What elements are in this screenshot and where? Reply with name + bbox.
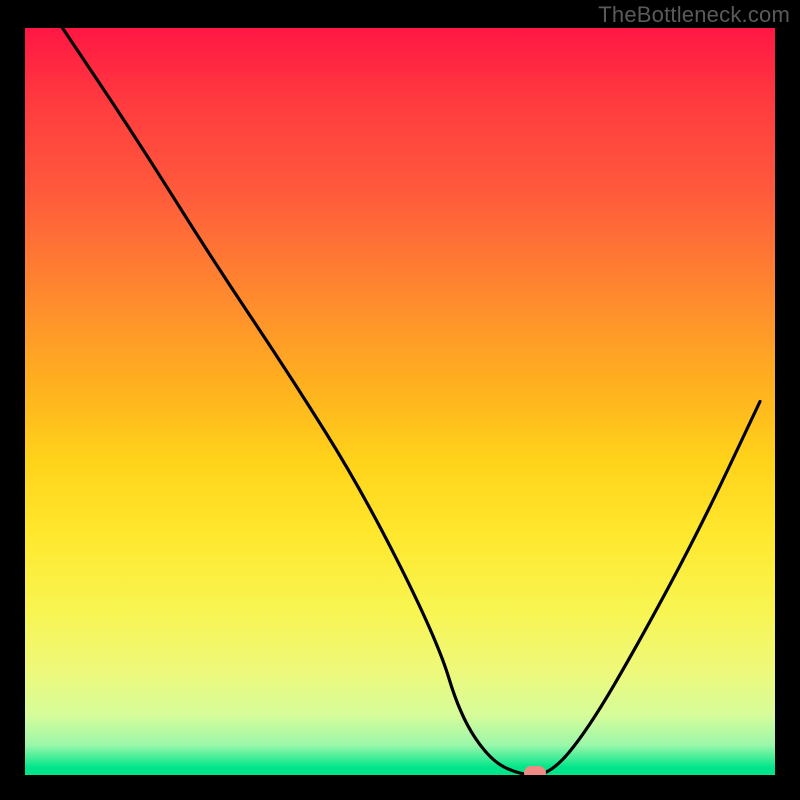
curve-svg [25,28,775,775]
plot-area [25,28,775,775]
attribution-text: TheBottleneck.com [598,2,790,28]
chart-frame: TheBottleneck.com [0,0,800,800]
bottleneck-curve [63,28,761,775]
optimal-point-marker [524,766,546,775]
